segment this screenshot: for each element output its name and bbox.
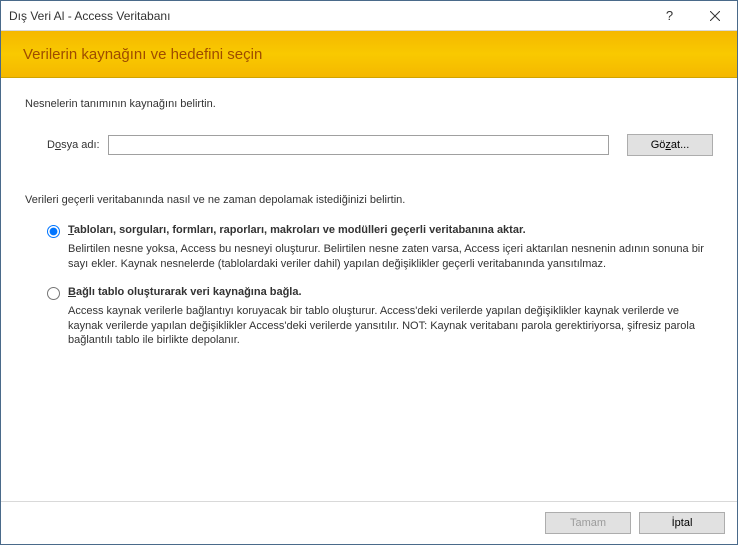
ok-button[interactable]: Tamam — [545, 512, 631, 534]
close-button[interactable] — [692, 1, 737, 31]
instruction-text: Nesnelerin tanımının kaynağını belirtin. — [25, 98, 713, 110]
banner: Verilerin kaynağını ve hedefini seçin — [1, 31, 737, 78]
banner-heading: Verilerin kaynağını ve hedefini seçin — [23, 46, 715, 63]
option-import-label[interactable]: Tabloları, sorguları, formları, raporlar… — [68, 224, 526, 236]
file-input[interactable] — [108, 135, 609, 155]
option-link-head: Bağlı tablo oluşturarak veri kaynağına b… — [47, 286, 713, 300]
footer: Tamam İptal — [1, 501, 737, 544]
section-label: Verileri geçerli veritabanında nasıl ve … — [25, 194, 713, 206]
file-row: Dosya adı: Gözat... — [25, 134, 713, 156]
dialog-window: Dış Veri Al - Access Veritabanı ? Verile… — [0, 0, 738, 545]
option-link-desc: Access kaynak verilerle bağlantıyı koruy… — [47, 304, 713, 349]
option-link-radio[interactable] — [47, 287, 60, 300]
browse-button[interactable]: Gözat... — [627, 134, 713, 156]
option-import: Tabloları, sorguları, formları, raporlar… — [47, 224, 713, 272]
window-title: Dış Veri Al - Access Veritabanı — [9, 9, 647, 23]
option-link-label[interactable]: Bağlı tablo oluşturarak veri kaynağına b… — [68, 286, 302, 298]
option-import-radio[interactable] — [47, 225, 60, 238]
option-import-desc: Belirtilen nesne yoksa, Access bu nesney… — [47, 242, 713, 272]
option-link: Bağlı tablo oluşturarak veri kaynağına b… — [47, 286, 713, 349]
titlebar: Dış Veri Al - Access Veritabanı ? — [1, 1, 737, 31]
cancel-button[interactable]: İptal — [639, 512, 725, 534]
file-label: Dosya adı: — [47, 139, 100, 151]
option-import-head: Tabloları, sorguları, formları, raporlar… — [47, 224, 713, 238]
content-area: Nesnelerin tanımının kaynağını belirtin.… — [1, 78, 737, 501]
options-group: Tabloları, sorguları, formları, raporlar… — [25, 224, 713, 348]
close-icon — [710, 11, 720, 21]
help-button[interactable]: ? — [647, 1, 692, 31]
